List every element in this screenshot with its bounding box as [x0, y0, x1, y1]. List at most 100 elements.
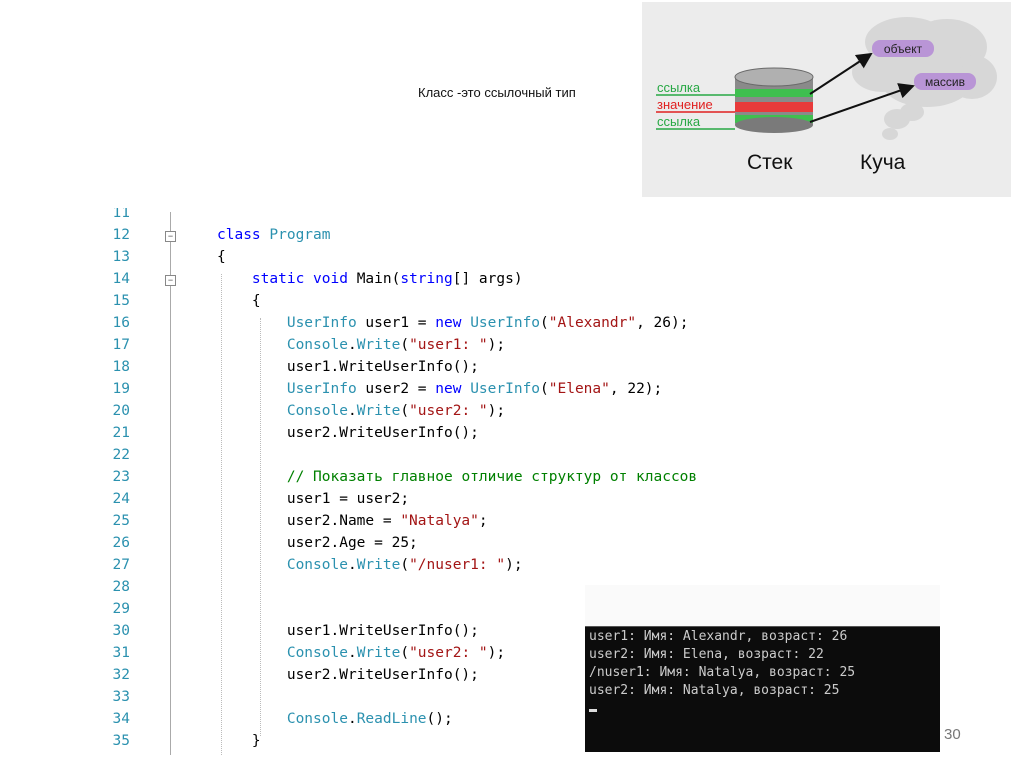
line-number: 17 — [112, 337, 130, 353]
code-token: ); — [505, 557, 523, 573]
code-token: [] args) — [452, 271, 523, 287]
code-text: user2.Name = "Natalya"; — [217, 510, 488, 532]
line-number: 26 — [112, 535, 130, 551]
line-number: 20 — [112, 403, 130, 419]
fold-toggle-method[interactable]: − — [165, 275, 176, 286]
code-text: user2.Age = 25; — [217, 532, 418, 554]
slide-title: Класс -это ссылочный тип — [418, 85, 576, 100]
line-number: 27 — [112, 557, 130, 573]
code-text: class Program — [217, 224, 331, 246]
code-token: "user2: " — [409, 645, 488, 661]
line-number: 31 — [112, 645, 130, 661]
line-number: 35 — [112, 733, 130, 749]
code-token: ); — [487, 403, 506, 419]
code-text: Console.Write("user2: "); — [217, 400, 505, 422]
code-token: ); — [487, 337, 506, 353]
fold-line — [170, 242, 171, 275]
code-token: user2.WriteUserInfo(); — [217, 667, 479, 683]
code-token: UserInfo — [470, 315, 541, 331]
fold-toggle-class[interactable]: − — [165, 231, 176, 242]
code-token: string — [400, 271, 453, 287]
code-text: user1.WriteUserInfo(); — [217, 620, 479, 642]
code-token: Console — [286, 711, 348, 727]
console-cursor — [589, 709, 597, 712]
code-text: { — [217, 290, 261, 312]
heap-item-array: массив — [914, 73, 976, 90]
console-line: user2: Имя: Natalya, возраст: 25 — [589, 683, 840, 698]
code-token: . — [347, 337, 357, 353]
line-number: 29 — [112, 601, 130, 617]
line-number: 24 — [112, 491, 130, 507]
code-token: Write — [356, 645, 401, 661]
stack-label-ref-1: ссылка — [657, 80, 701, 95]
stack-heap-diagram: объект массив ссылка значение ссылка Сте… — [642, 2, 1011, 197]
line-number: 14 — [112, 271, 130, 287]
code-token: ; — [478, 513, 488, 529]
code-token: user1.WriteUserInfo(); — [217, 623, 479, 639]
code-text: Console.Write("user2: "); — [217, 642, 505, 664]
code-token: UserInfo — [470, 381, 541, 397]
line-number: 23 — [112, 469, 130, 485]
code-token: { — [217, 293, 261, 309]
line-number: 12 — [112, 227, 130, 243]
heap-caption: Куча — [860, 151, 906, 174]
line-number: 22 — [112, 447, 130, 463]
code-token: UserInfo — [286, 315, 357, 331]
code-token: . — [347, 403, 357, 419]
code-token: "user1: " — [409, 337, 488, 353]
code-token: , 22); — [609, 381, 663, 397]
code-text: user1.WriteUserInfo(); — [217, 356, 479, 378]
code-token: Console — [286, 557, 348, 573]
code-token: ReadLine — [356, 711, 427, 727]
code-text: // Показать главное отличие структур от … — [217, 466, 697, 488]
code-token: ( — [400, 403, 410, 419]
code-token: ( — [400, 337, 410, 353]
fold-line — [170, 286, 171, 755]
code-token: ); — [487, 645, 506, 661]
code-token: "user2: " — [409, 403, 488, 419]
code-token: new — [435, 315, 471, 331]
line-number: 30 — [112, 623, 130, 639]
code-text: user2.WriteUserInfo(); — [217, 422, 479, 444]
code-token: user1.WriteUserInfo(); — [217, 359, 479, 375]
code-token: . — [347, 557, 357, 573]
code-token: Console — [286, 403, 348, 419]
code-token: ( — [540, 381, 549, 397]
code-token: Console — [286, 337, 348, 353]
stack-label-value: значение — [657, 97, 713, 112]
code-text: } — [217, 730, 261, 752]
code-token: "Alexandr" — [548, 315, 637, 331]
code-token: "/nuser1: " — [409, 557, 506, 573]
code-token: user2 = — [356, 381, 436, 397]
code-token: static void — [251, 271, 357, 287]
code-token: user2.Age = 25; — [217, 535, 418, 551]
line-number: 34 — [112, 711, 130, 727]
code-token: user2.Name = — [217, 513, 401, 529]
code-token: Write — [356, 337, 401, 353]
stack-caption: Стек — [747, 151, 793, 174]
code-token: Write — [356, 403, 401, 419]
code-token: Write — [356, 557, 401, 573]
console-top-margin — [585, 585, 940, 626]
line-number: 25 — [112, 513, 130, 529]
stack-cylinder — [734, 67, 814, 133]
line-number: 13 — [112, 249, 130, 265]
line-number: 15 — [112, 293, 130, 309]
code-token: { — [217, 249, 226, 265]
code-token: "Elena" — [548, 381, 610, 397]
code-text: Console.Write("/nuser1: "); — [217, 554, 523, 576]
line-number: 32 — [112, 667, 130, 683]
console-line: user1: Имя: Alexandr, возраст: 26 — [589, 629, 848, 644]
line-number: 16 — [112, 315, 130, 331]
line-number: 19 — [112, 381, 130, 397]
code-token: ( — [540, 315, 549, 331]
code-token: user1 = user2; — [217, 491, 410, 507]
line-number: 21 — [112, 425, 130, 441]
code-token: . — [347, 711, 357, 727]
